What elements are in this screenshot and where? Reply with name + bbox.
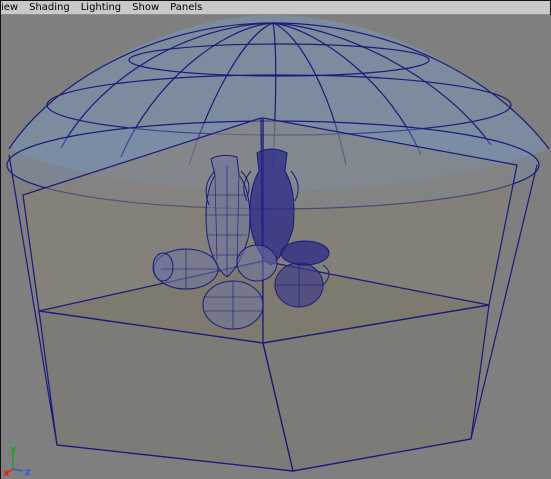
maya-viewport-panel: iew Shading Lighting Show Panels y x z [0, 0, 551, 479]
z-axis-line [12, 468, 24, 472]
menu-show[interactable]: Show [132, 1, 159, 14]
3d-viewport[interactable]: y x z [1, 15, 551, 479]
small-pot[interactable] [236, 244, 278, 282]
menu-panels[interactable]: Panels [170, 1, 202, 14]
menu-view[interactable]: iew [1, 1, 18, 14]
viewport-menubar: iew Shading Lighting Show Panels [1, 1, 550, 15]
z-axis-label: z [25, 467, 31, 477]
x-axis-label: x [3, 468, 10, 477]
menu-lighting[interactable]: Lighting [81, 1, 121, 14]
menu-shading[interactable]: Shading [29, 1, 70, 14]
scene-canvas [1, 15, 551, 479]
y-axis-label: y [10, 444, 17, 455]
axis-gizmo: y x z [3, 444, 31, 477]
